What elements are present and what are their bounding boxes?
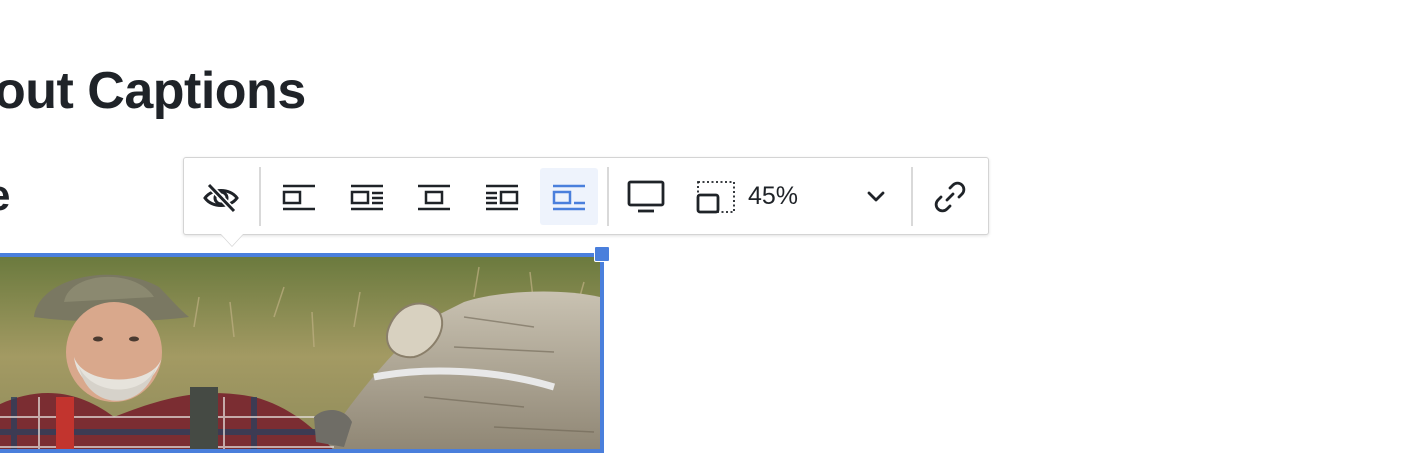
toolbar-separator	[911, 167, 913, 226]
zoom-value[interactable]: 45%	[748, 181, 798, 211]
selected-image[interactable]	[0, 253, 604, 453]
align-left-icon	[282, 184, 315, 210]
wrap-right-icon	[350, 184, 383, 210]
align-center-icon	[418, 184, 450, 210]
image-toolbar: 45%	[183, 157, 989, 235]
toolbar-separator	[259, 167, 261, 226]
wrap-text-right-button[interactable]	[338, 168, 396, 225]
toolbar-separator	[607, 167, 609, 226]
section-heading: e	[0, 166, 10, 226]
resize-icon	[696, 180, 735, 213]
photo	[0, 257, 600, 449]
toolbar-pointer	[221, 234, 243, 246]
monitor-icon	[627, 180, 665, 212]
align-left-button[interactable]	[270, 168, 328, 225]
link-icon	[934, 181, 966, 212]
resize-button[interactable]	[687, 168, 745, 225]
page-heading: out Captions	[0, 62, 306, 120]
full-size-button[interactable]	[617, 168, 675, 225]
eye-slash-icon	[203, 182, 239, 213]
link-button[interactable]	[921, 168, 979, 225]
resize-handle[interactable]	[594, 246, 610, 262]
align-inline-button[interactable]	[540, 168, 598, 225]
inline-icon	[552, 184, 585, 210]
align-center-button[interactable]	[405, 168, 463, 225]
wrap-text-left-button[interactable]	[473, 168, 531, 225]
wrap-left-icon	[486, 184, 519, 210]
zoom-dropdown-button[interactable]	[848, 168, 904, 225]
chevron-down-icon	[867, 191, 885, 201]
toggle-caption-button[interactable]	[192, 168, 250, 225]
